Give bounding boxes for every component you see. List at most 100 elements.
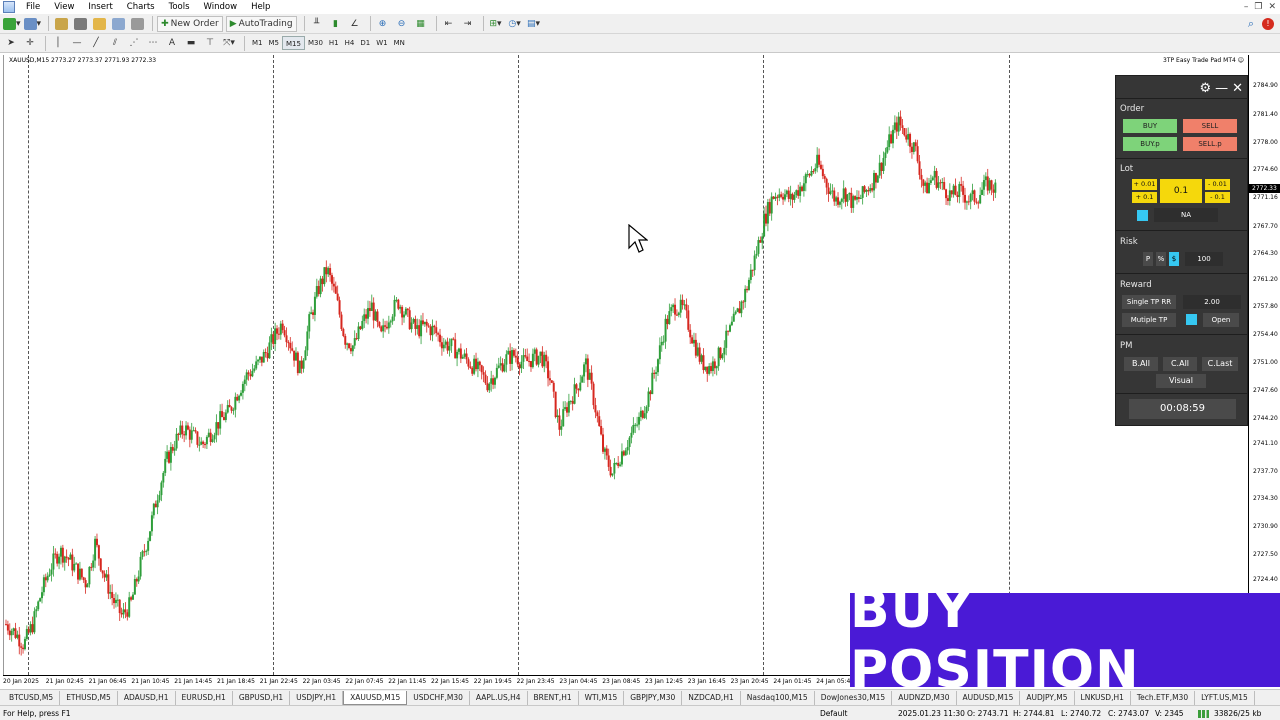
chart-tab[interactable]: Tech.ETF,M30 [1131, 690, 1196, 705]
timeframe-m5[interactable]: M5 [266, 36, 283, 50]
terminal-button[interactable] [110, 16, 126, 32]
grid-tool[interactable]: ⋯ [145, 35, 161, 51]
close-last-button[interactable]: C.Last [1202, 357, 1238, 371]
single-tp-rr-field[interactable]: 2.00 [1183, 295, 1241, 309]
menu-window[interactable]: Window [197, 0, 245, 14]
bar-chart-button[interactable]: ╨ [309, 16, 325, 32]
periods-button[interactable]: ◷ ▾ [507, 16, 523, 32]
sell-pending-button[interactable]: SELL.p [1183, 137, 1237, 151]
channel-tool[interactable]: ⫽ [107, 35, 123, 51]
notification-icon[interactable]: ! [1262, 18, 1274, 30]
horizontal-line-tool[interactable]: — [69, 35, 85, 51]
vertical-line-tool[interactable]: │ [50, 35, 66, 51]
timeframe-m1[interactable]: M1 [249, 36, 266, 50]
minimize-icon[interactable]: — [1215, 82, 1228, 95]
cursor-tool[interactable]: ➤ [3, 35, 19, 51]
chart-tab[interactable]: AUDNZD,M30 [892, 690, 957, 705]
chart-tab[interactable]: XAUUSD,M15 [343, 690, 408, 705]
navigator-button[interactable] [91, 16, 107, 32]
risk-dollar-button[interactable]: $ [1169, 252, 1179, 266]
minimize-icon[interactable]: – [1244, 0, 1249, 14]
chart-tab[interactable]: AUDJPY,M5 [1020, 690, 1075, 705]
templates-button[interactable]: ▤ ▾ [526, 16, 542, 32]
lot-minus-big-button[interactable]: - 0.1 [1205, 192, 1230, 203]
label-tool[interactable]: ▬ [183, 35, 199, 51]
menu-charts[interactable]: Charts [120, 0, 162, 14]
fibo-tool[interactable]: ⊤ [202, 35, 218, 51]
timeframe-mn[interactable]: MN [391, 36, 408, 50]
menu-view[interactable]: View [47, 0, 81, 14]
timeframe-w1[interactable]: W1 [373, 36, 390, 50]
chart-tab[interactable]: WTI,M15 [579, 690, 625, 705]
trendline-tool[interactable]: ╱ [88, 35, 104, 51]
menu-file[interactable]: File [19, 0, 47, 14]
timeframe-h1[interactable]: H1 [326, 36, 342, 50]
chart-tab[interactable]: USDJPY,H1 [290, 690, 344, 705]
profiles-button[interactable]: ▾ [23, 16, 41, 32]
breakeven-all-button[interactable]: B.All [1124, 357, 1158, 371]
timeframe-m15[interactable]: M15 [282, 36, 305, 50]
zoom-in-button[interactable]: ⊕ [375, 16, 391, 32]
chart-tab[interactable]: ETHUSD,M5 [60, 690, 118, 705]
lot-minus-small-button[interactable]: - 0.01 [1205, 179, 1230, 190]
chart-tab[interactable]: NZDCAD,H1 [682, 690, 741, 705]
open-button[interactable]: Open [1203, 313, 1239, 327]
crosshair-tool[interactable]: ✛ [22, 35, 38, 51]
search-icon[interactable]: ⌕ [1248, 17, 1254, 31]
risk-points-button[interactable]: P [1143, 252, 1153, 266]
chart-tab[interactable]: LYFT.US,M15 [1195, 690, 1255, 705]
autoscroll-button[interactable]: ⇥ [460, 16, 476, 32]
chart-tab[interactable]: DowJones30,M15 [815, 690, 893, 705]
buy-button[interactable]: BUY [1123, 119, 1177, 133]
multiple-tp-checkbox[interactable] [1186, 314, 1197, 325]
chart-tab[interactable]: GBPJPY,M30 [624, 690, 683, 705]
lot-mode-checkbox[interactable] [1137, 210, 1148, 221]
multiple-tp-button[interactable]: Mutiple TP [1122, 313, 1176, 327]
sell-button[interactable]: SELL [1183, 119, 1237, 133]
lot-plus-small-button[interactable]: + 0.01 [1132, 179, 1157, 190]
new-chart-button[interactable]: ▾ [3, 16, 21, 32]
chart-tab[interactable]: AAPL.US,H4 [470, 690, 528, 705]
chart-tab[interactable]: Nasdaq100,M15 [741, 690, 815, 705]
buy-pending-button[interactable]: BUY.p [1123, 137, 1177, 151]
restore-icon[interactable]: ❐ [1254, 0, 1262, 14]
risk-value-field[interactable]: 100 [1185, 252, 1223, 266]
chart-tab[interactable]: USDCHF,M30 [407, 690, 470, 705]
chart-tab[interactable]: BRENT,H1 [528, 690, 579, 705]
line-chart-button[interactable]: ∠ [347, 16, 363, 32]
autotrading-button[interactable]: ▶ AutoTrading [225, 15, 297, 32]
tile-windows-button[interactable]: ▦ [413, 16, 429, 32]
market-watch-button[interactable] [53, 16, 69, 32]
lot-na-field[interactable]: NA [1154, 208, 1218, 222]
new-order-button[interactable]: ✚ New Order [157, 15, 223, 32]
chart-tab[interactable]: ADAUSD,H1 [118, 690, 176, 705]
menu-insert[interactable]: Insert [81, 0, 119, 14]
timeframe-m30[interactable]: M30 [305, 36, 326, 50]
timeframe-d1[interactable]: D1 [357, 36, 373, 50]
timeframe-h4[interactable]: H4 [342, 36, 358, 50]
chart-tab[interactable]: GBPUSD,H1 [233, 690, 291, 705]
single-tp-button[interactable]: Single TP RR [1122, 295, 1176, 309]
close-all-button[interactable]: C.All [1163, 357, 1197, 371]
chart-shift-button[interactable]: ⇤ [441, 16, 457, 32]
data-window-button[interactable] [72, 16, 88, 32]
lot-value-field[interactable]: 0.1 [1160, 179, 1202, 203]
chart-tab[interactable]: EURUSD,H1 [176, 690, 233, 705]
gann-tool[interactable]: ⋰ [126, 35, 142, 51]
chart-tab[interactable]: AUDUSD,M15 [957, 690, 1021, 705]
zoom-out-button[interactable]: ⊖ [394, 16, 410, 32]
lot-plus-big-button[interactable]: + 0.1 [1132, 192, 1157, 203]
menu-help[interactable]: Help [244, 0, 277, 14]
text-tool[interactable]: A [164, 35, 180, 51]
candlestick-button[interactable]: ▮ [328, 16, 344, 32]
visual-button[interactable]: Visual [1156, 374, 1206, 388]
gear-icon[interactable]: ⚙ [1199, 82, 1211, 95]
strategy-tester-button[interactable] [129, 16, 145, 32]
risk-percent-button[interactable]: % [1156, 252, 1166, 266]
indicators-button[interactable]: ⊞ ▾ [488, 16, 504, 32]
close-icon[interactable]: ✕ [1268, 0, 1276, 14]
menu-tools[interactable]: Tools [162, 0, 197, 14]
shapes-tool[interactable]: ⤧ ▾ [221, 35, 237, 51]
chart-tab[interactable]: BTCUSD,M5 [3, 690, 61, 705]
chart-tab[interactable]: LNKUSD,H1 [1075, 690, 1131, 705]
